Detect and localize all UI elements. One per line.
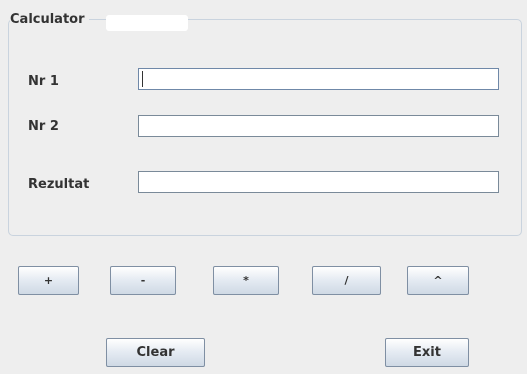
multiply-button-label: * (243, 274, 249, 287)
exit-button-label: Exit (413, 345, 441, 360)
subtract-button-label: - (140, 274, 146, 287)
add-button-label: + (43, 274, 54, 287)
result-label: Rezultat (28, 177, 90, 192)
subtract-button[interactable]: - (110, 266, 176, 295)
nr2-label: Nr 2 (28, 119, 59, 134)
calculator-window: Calculator Nr 1 Nr 2 Rezultat + - * / ^ … (0, 0, 527, 374)
multiply-button[interactable]: * (213, 266, 279, 295)
divide-button[interactable]: / (312, 266, 381, 295)
clear-button[interactable]: Clear (106, 338, 205, 367)
group-title: Calculator (10, 12, 89, 28)
divide-button-label: / (344, 274, 349, 287)
nr1-input[interactable] (138, 68, 499, 90)
text-caret (142, 71, 143, 87)
power-button[interactable]: ^ (407, 266, 469, 295)
result-field[interactable] (138, 171, 499, 193)
redacted-title-area (106, 15, 188, 31)
nr1-label: Nr 1 (28, 74, 59, 89)
nr2-input[interactable] (138, 115, 499, 137)
exit-button[interactable]: Exit (385, 338, 469, 367)
clear-button-label: Clear (136, 345, 175, 360)
power-button-label: ^ (433, 274, 443, 287)
add-button[interactable]: + (18, 266, 79, 295)
